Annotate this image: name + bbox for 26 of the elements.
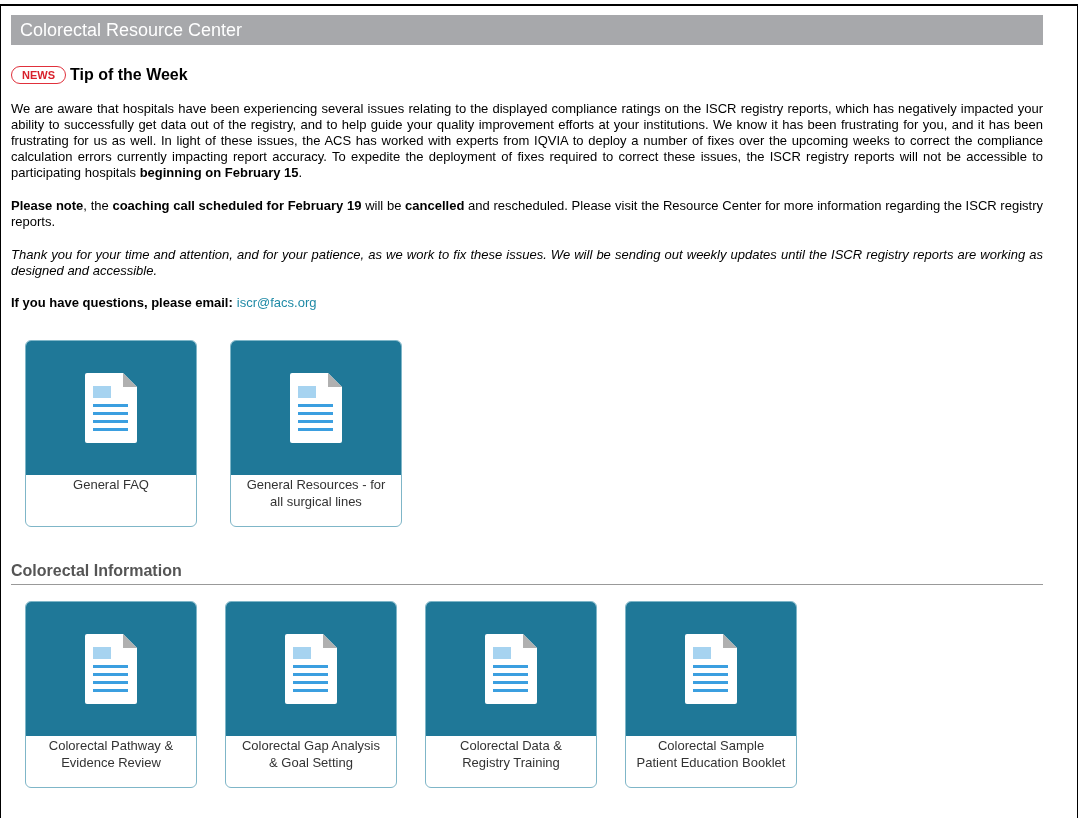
tile-label: General FAQ xyxy=(72,476,150,493)
header-title: Colorectal Resource Center xyxy=(20,18,243,42)
document-icon xyxy=(485,634,537,704)
section-title: Colorectal Information xyxy=(11,562,182,579)
document-icon xyxy=(685,634,737,704)
paragraph: We are aware that hospitals have been experiencing several issues relating to the displayed compliance ratings on the ISCR registry reports, which has negatively impacted your ability to successfully get data out of the registry, and to help guide your quality improvement efforts at your institutions. We know it has been frustrating for you, and it has been frustrating for us as well. In light of these issues, the ACS has worked with experts from IQVIA to deploy a number of fixes over the upcoming weeks to correct the compliance calculation errors currently impacting report accuracy. To expedite the deployment of fixes required to correct these issues, the ISCR registry reports will not be accessible to participating hospitals beginning on February 15. xyxy=(11,101,1043,181)
paragraph: Please note, the coaching call scheduled for February 19 will be cancelled and rescheduled. Please visit the Resource Center for more information regarding the ISCR registry reports. xyxy=(11,198,1043,230)
document-icon xyxy=(85,634,137,704)
email-link[interactable]: iscr@facs.org xyxy=(236,295,317,311)
resource-tile[interactable]: Colorectal Data & Registry Training xyxy=(425,601,597,788)
resource-tile[interactable]: General Resources - for all surgical lines xyxy=(230,340,402,527)
resource-tile[interactable]: Colorectal Pathway & Evidence Review xyxy=(25,601,197,788)
tile-label: General Resources - for all surgical lines xyxy=(245,476,387,510)
resource-tile[interactable]: Colorectal Gap Analysis & Goal Setting xyxy=(225,601,397,788)
tile-label: Colorectal Gap Analysis & Goal Setting xyxy=(241,737,381,771)
email-prompt: If you have questions, please email: xyxy=(11,295,233,311)
document-icon xyxy=(290,373,342,443)
paragraph: Thank you for your time and attention, and for your patience, as we work to fix these issues. We will be sending out weekly updates until the ISCR registry reports are working as designed and accessible. xyxy=(11,247,1043,279)
tile-label: Colorectal Pathway & Evidence Review xyxy=(47,737,175,771)
resource-tile[interactable]: Colorectal Sample Patient Education Booklet xyxy=(625,601,797,788)
document-icon xyxy=(85,373,137,443)
document-icon xyxy=(285,634,337,704)
resource-tile[interactable]: General FAQ xyxy=(25,340,197,527)
tile-label: Colorectal Sample Patient Education Booklet xyxy=(635,737,787,771)
news-title: Tip of the Week xyxy=(70,65,188,85)
tile-label: Colorectal Data & Registry Training xyxy=(459,737,563,771)
